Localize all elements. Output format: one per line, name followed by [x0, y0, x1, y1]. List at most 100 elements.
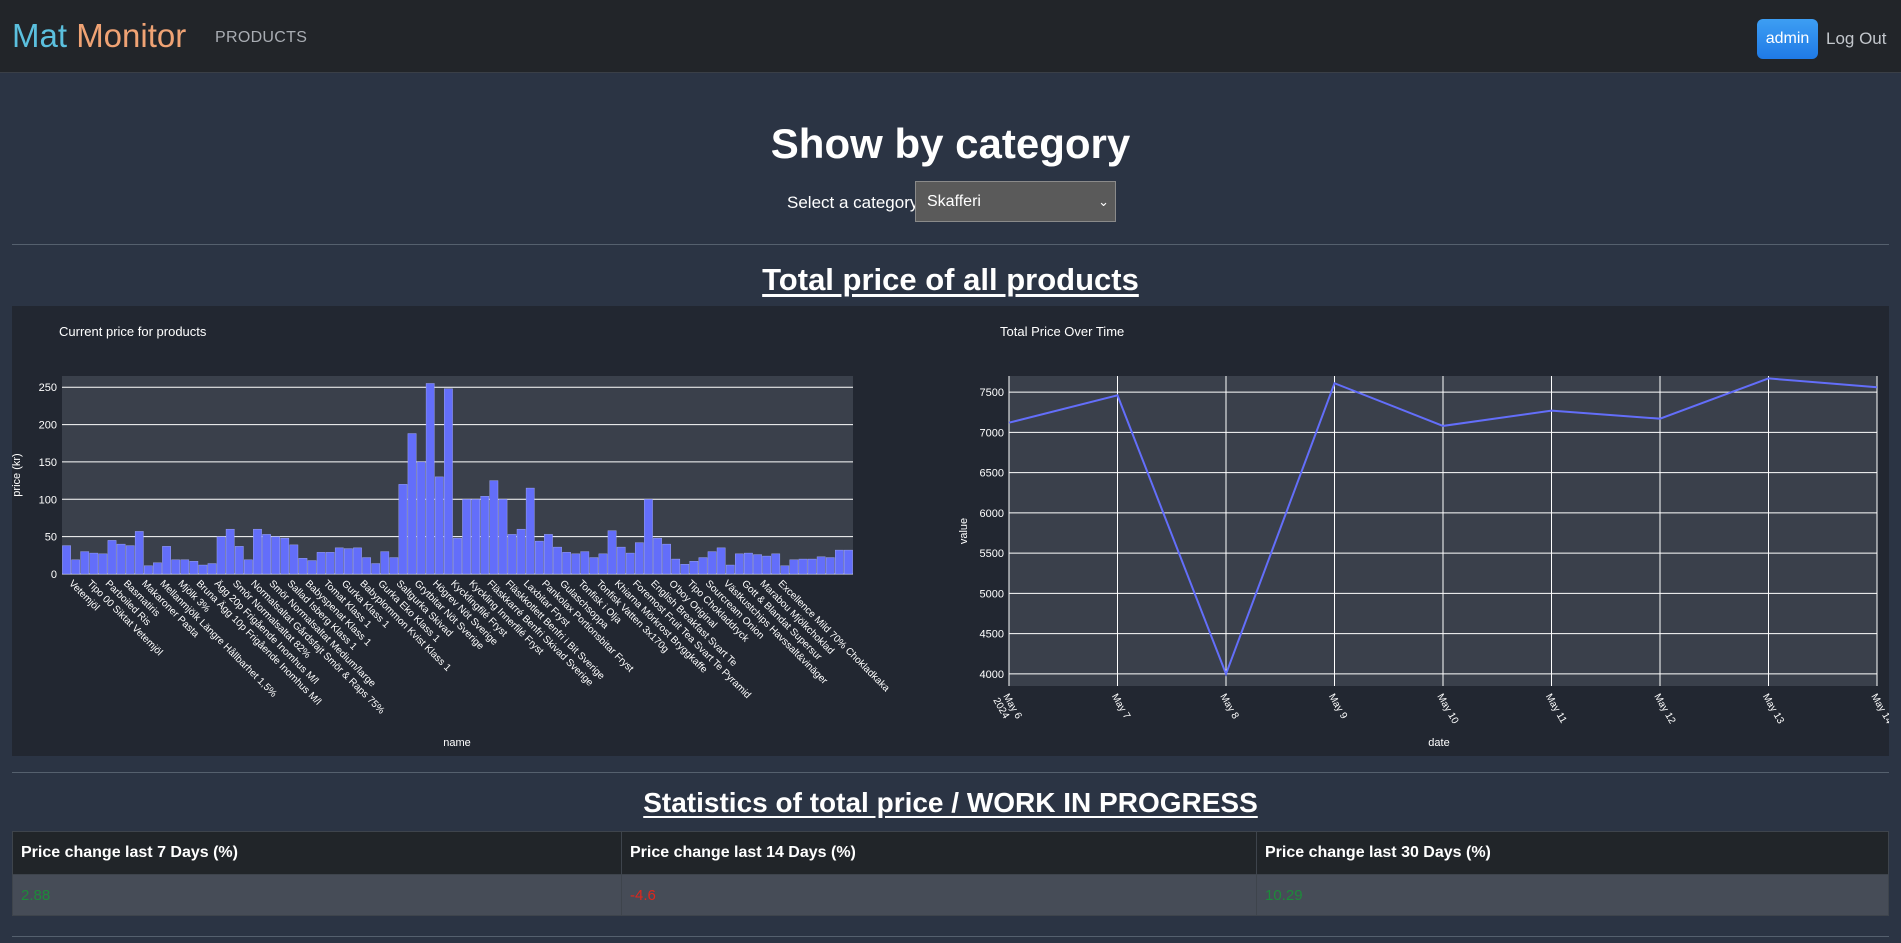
- stats-header-30d: Price change last 30 Days (%): [1256, 831, 1889, 875]
- line-x-axis-label: date: [1428, 737, 1449, 749]
- charts-svg: Current price for products 0 50 100 150 200 25…: [11, 324, 1895, 749]
- bar: [107, 540, 117, 575]
- bar: [298, 558, 308, 575]
- stats-header-7d: Price change last 7 Days (%): [12, 831, 622, 875]
- bar: [544, 534, 553, 575]
- nav-products-link[interactable]: PRODUCTS: [215, 29, 307, 47]
- bar: [325, 552, 335, 575]
- line-x-tick-label: May 12: [1651, 692, 1677, 726]
- bar: [598, 553, 608, 575]
- line-y-tick-label: 7500: [980, 387, 1004, 399]
- bar: [798, 558, 808, 575]
- brand-logo[interactable]: Mat Monitor: [12, 16, 186, 56]
- divider: [12, 936, 1889, 937]
- bar: [680, 564, 690, 575]
- bar: [271, 536, 281, 575]
- line-x-tick-label: May 11: [1543, 692, 1569, 726]
- page-title: Show by category: [770, 120, 1131, 167]
- line-x-tick-label: May 10: [1434, 692, 1460, 726]
- bar-y-tick-label: 150: [39, 457, 57, 469]
- bar: [453, 537, 462, 575]
- section-title-total-price: Total price of all products: [762, 262, 1139, 297]
- bar: [589, 557, 599, 575]
- bar: [671, 558, 681, 575]
- line-y-tick-label: 5000: [980, 588, 1004, 600]
- bar: [334, 547, 344, 575]
- bar: [534, 540, 544, 575]
- stats-value-row: 2.88 -4.6 10.29: [12, 874, 1889, 916]
- bar: [516, 528, 526, 575]
- bar: [125, 545, 135, 575]
- bar: [371, 563, 381, 575]
- bar: [771, 553, 781, 575]
- bar: [407, 433, 417, 575]
- bar: [362, 557, 371, 575]
- bar: [389, 557, 399, 575]
- divider: [12, 772, 1889, 773]
- bar: [444, 388, 453, 575]
- stats-value-7d: 2.88: [12, 874, 622, 916]
- section-title-statistics: Statistics of total price / WORK IN PROG…: [643, 787, 1258, 818]
- category-selected-value: Skafferi: [927, 193, 981, 210]
- bar-x-axis-label: name: [443, 737, 471, 749]
- bar: [244, 559, 253, 575]
- admin-button[interactable]: admin: [1757, 19, 1818, 59]
- bar: [480, 496, 490, 575]
- stats-header-row: Price change last 7 Days (%) Price chang…: [12, 831, 1889, 875]
- bar: [525, 487, 535, 575]
- line-y-tick-label: 6000: [980, 508, 1004, 520]
- bar: [225, 528, 235, 575]
- bar-y-tick-label: 250: [39, 382, 57, 394]
- bar: [307, 560, 317, 575]
- bar: [353, 547, 362, 575]
- stats-header-14d: Price change last 14 Days (%): [621, 831, 1257, 875]
- bar: [707, 551, 717, 575]
- bar: [98, 553, 108, 575]
- logout-link[interactable]: Log Out: [1826, 29, 1887, 49]
- navbar: Mat Monitor PRODUCTS admin Log Out: [0, 0, 1901, 73]
- bar: [616, 546, 626, 575]
- bar: [462, 499, 471, 575]
- bar: [62, 545, 71, 575]
- bar-chart-title: Current price for products: [59, 324, 207, 339]
- line-x-tick-label: May 7: [1109, 692, 1132, 721]
- line-x-tick-label: May 9: [1326, 692, 1349, 721]
- bar: [425, 383, 435, 575]
- bar: [134, 531, 144, 575]
- bar: [789, 559, 799, 575]
- bar: [634, 542, 644, 575]
- bar: [689, 561, 699, 575]
- bar: [816, 556, 826, 575]
- charts-panel: Current price for products 0 50 100 150 200 25…: [11, 306, 1895, 756]
- bar: [644, 499, 653, 575]
- category-select[interactable]: Skafferi ⌄: [915, 181, 1116, 222]
- bar: [762, 555, 771, 575]
- line-y-tick-label: 7000: [980, 427, 1004, 439]
- stats-value-14d: -4.6: [621, 874, 1257, 916]
- bar: [835, 549, 844, 575]
- bar: [116, 543, 126, 575]
- stats-table: Price change last 7 Days (%) Price chang…: [12, 831, 1889, 916]
- bar: [580, 551, 590, 575]
- bar-y-tick-label: 100: [39, 494, 57, 506]
- bar: [571, 553, 581, 575]
- brand-word-monitor: Monitor: [76, 17, 187, 54]
- bar: [698, 557, 708, 575]
- bar: [253, 528, 262, 575]
- bar: [825, 557, 835, 575]
- bar: [625, 552, 635, 575]
- bar: [144, 565, 153, 575]
- bar: [553, 546, 562, 575]
- bar: [180, 559, 190, 575]
- bar: [262, 534, 271, 575]
- bar: [753, 554, 762, 575]
- bar: [498, 499, 508, 575]
- line-y-tick-label: 6500: [980, 468, 1004, 480]
- bar: [653, 537, 662, 575]
- bar: [234, 546, 244, 575]
- bar: [844, 549, 853, 575]
- bar-y-tick-label: 50: [45, 532, 57, 544]
- bar: [80, 551, 90, 575]
- bar: [607, 530, 617, 575]
- bar: [744, 552, 753, 575]
